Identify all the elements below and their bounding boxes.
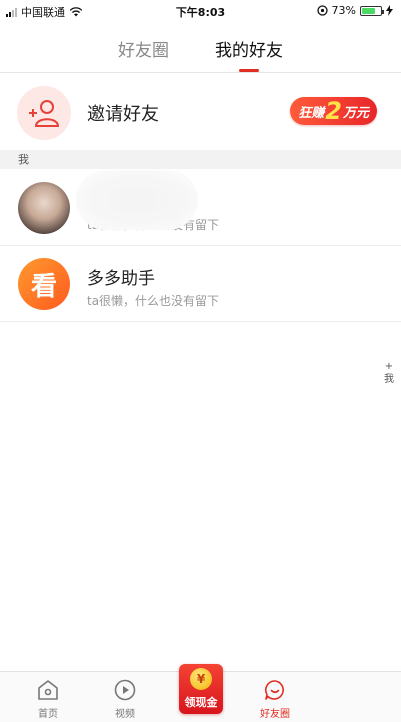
friend-name: 多多助手 (87, 269, 155, 289)
location-lock-icon (316, 5, 328, 16)
battery-fill (362, 7, 376, 14)
divider (0, 72, 401, 73)
assistant-avatar-glyph: 看 (30, 271, 57, 302)
friends-chat-icon (264, 680, 284, 700)
badge-suffix: 万元 (342, 105, 369, 121)
avatar (18, 182, 70, 234)
status-bar: 中国联通 下午8:03 73% (0, 0, 401, 20)
side-index[interactable]: + 我 (383, 360, 395, 386)
invite-friends-row[interactable]: 邀请好友 狂赚 2 万元 (0, 78, 401, 148)
battery-icon (360, 5, 384, 16)
tab-friend-circle[interactable]: 好友圈 (118, 36, 169, 72)
claim-cash-label: 领现金 (184, 696, 218, 709)
nav-home-label: 首页 (38, 709, 58, 720)
top-tabs: 好友圈 我的好友 (0, 36, 401, 72)
badge-number: 2 (325, 97, 342, 125)
battery-percent: 73% (331, 4, 356, 17)
add-user-icon (29, 100, 60, 127)
status-right: 73% (316, 4, 393, 17)
play-icon (114, 679, 136, 701)
invite-label: 邀请好友 (87, 104, 159, 125)
badge-prefix: 狂赚 (298, 105, 325, 121)
section-header: 我 (0, 150, 401, 169)
blurred-name-mask (76, 170, 198, 230)
nav-home[interactable]: 首页 (8, 672, 88, 722)
home-icon (38, 680, 58, 700)
nav-friend-circle-label: 好友圈 (260, 709, 290, 720)
friend-row-assistant[interactable]: 看 多多助手 ta很懒，什么也没有留下 (0, 246, 401, 322)
avatar-photo (18, 182, 70, 234)
claim-cash-button[interactable]: ¥ 领现金 (179, 664, 223, 714)
divider (0, 321, 401, 322)
earn-badge[interactable]: 狂赚 2 万元 (290, 97, 377, 125)
nav-video[interactable]: 视频 (85, 672, 165, 722)
coin-icon: ¥ (190, 668, 212, 690)
friend-row-me[interactable]: ta很懒，什么也没有留下 (0, 170, 401, 246)
nav-video-label: 视频 (115, 709, 135, 720)
side-index-plus[interactable]: + (383, 360, 395, 373)
nav-friend-circle[interactable]: 好友圈 (235, 672, 315, 722)
tab-my-friends[interactable]: 我的好友 (215, 36, 283, 72)
charging-icon (386, 5, 393, 16)
invite-avatar (17, 86, 71, 140)
avatar: 看 (18, 258, 70, 310)
friend-subtitle: ta很懒，什么也没有留下 (87, 294, 220, 308)
side-index-me[interactable]: 我 (383, 373, 395, 386)
